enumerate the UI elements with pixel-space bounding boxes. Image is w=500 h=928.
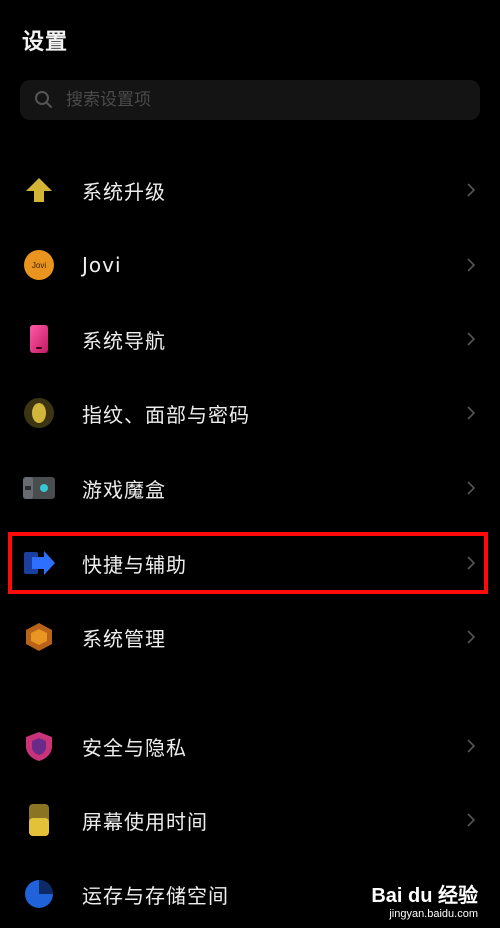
chevron-right-icon	[467, 258, 476, 272]
chevron-right-icon	[467, 481, 476, 495]
system-update-icon	[22, 173, 56, 207]
fingerprint-icon	[22, 396, 56, 430]
chevron-right-icon	[467, 556, 476, 570]
watermark-url: jingyan.baidu.com	[389, 908, 478, 920]
page-title: 设置	[22, 30, 69, 55]
settings-item-game-box[interactable]: 游戏魔盒	[0, 458, 500, 518]
jovi-badge-text: Jovi	[32, 261, 46, 270]
settings-item-shortcut-assist[interactable]: 快捷与辅助	[0, 533, 500, 593]
settings-item-label: 游戏魔盒	[82, 477, 166, 502]
security-privacy-icon	[22, 729, 56, 763]
search-input[interactable]	[64, 89, 448, 111]
settings-item-system-update[interactable]: 系统升级	[0, 160, 500, 220]
watermark-brand: Bai du 经验	[371, 885, 478, 907]
chevron-right-icon	[467, 332, 476, 346]
chevron-right-icon	[467, 630, 476, 644]
settings-item-label: 系统导航	[82, 328, 166, 353]
system-management-icon	[22, 620, 56, 654]
jovi-icon: Jovi	[22, 248, 56, 282]
settings-item-jovi[interactable]: Jovi Jovi	[0, 235, 500, 295]
settings-item-label: Jovi	[82, 253, 122, 277]
settings-item-label: 系统升级	[82, 179, 166, 204]
chevron-right-icon	[467, 183, 476, 197]
settings-item-security-privacy[interactable]: 安全与隐私	[0, 716, 500, 776]
search-bar[interactable]	[20, 80, 480, 120]
settings-item-label: 系统管理	[82, 626, 166, 651]
settings-item-label: 屏幕使用时间	[82, 809, 208, 834]
settings-item-screen-time[interactable]: 屏幕使用时间	[0, 790, 500, 850]
system-navigation-icon	[22, 322, 56, 356]
search-icon	[35, 91, 52, 108]
settings-item-label: 安全与隐私	[82, 735, 187, 760]
game-box-icon	[22, 471, 56, 505]
settings-item-label: 指纹、面部与密码	[82, 402, 250, 427]
settings-item-label: 运存与存储空间	[82, 883, 229, 908]
settings-item-system-management[interactable]: 系统管理	[0, 607, 500, 667]
shortcut-assist-icon	[22, 546, 56, 580]
screen-time-icon	[22, 803, 56, 837]
settings-item-system-navigation[interactable]: 系统导航	[0, 309, 500, 369]
settings-item-fingerprint-face-password[interactable]: 指纹、面部与密码	[0, 383, 500, 443]
settings-item-label: 快捷与辅助	[82, 552, 187, 577]
chevron-right-icon	[467, 406, 476, 420]
baidu-watermark: Bai du 经验 jingyan.baidu.com	[371, 879, 478, 920]
chevron-right-icon	[467, 813, 476, 827]
chevron-right-icon	[467, 739, 476, 753]
storage-icon	[22, 877, 56, 911]
